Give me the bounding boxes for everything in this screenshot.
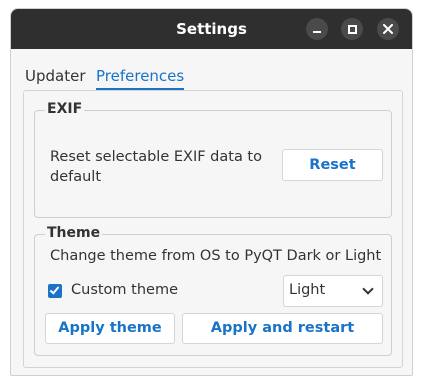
minimize-icon [313, 30, 321, 33]
tab-preferences[interactable]: Preferences [96, 66, 185, 90]
preferences-page: EXIF Reset selectable EXIF data to defau… [23, 90, 403, 368]
tab-updater[interactable]: Updater [25, 66, 86, 90]
maximize-button[interactable] [341, 18, 363, 40]
close-icon [383, 24, 393, 34]
exif-reset-description: Reset selectable EXIF data to default [50, 149, 262, 185]
custom-theme-checkbox[interactable] [48, 284, 62, 298]
exif-group: EXIF Reset selectable EXIF data to defau… [34, 101, 392, 218]
theme-select[interactable]: Light [283, 275, 383, 307]
title-bar[interactable]: Settings [11, 9, 412, 49]
custom-theme-label[interactable]: Custom theme [71, 282, 178, 298]
theme-group: Theme Change theme from OS to PyQT Dark … [34, 225, 392, 356]
reset-button[interactable]: Reset [282, 149, 383, 181]
minimize-button[interactable] [306, 18, 328, 40]
theme-select-value: Light [289, 282, 326, 298]
checkmark-icon [49, 284, 60, 295]
close-button[interactable] [377, 18, 399, 40]
settings-window: Settings Updater Preferences EXIF Reset … [10, 8, 413, 376]
apply-and-restart-button[interactable]: Apply and restart [182, 313, 383, 344]
chevron-down-icon [362, 283, 374, 295]
theme-group-title: Theme [45, 225, 103, 241]
exif-group-title: EXIF [45, 101, 85, 117]
maximize-icon [347, 24, 357, 34]
theme-description: Change theme from OS to PyQT Dark or Lig… [50, 248, 382, 264]
apply-theme-button[interactable]: Apply theme [45, 313, 175, 344]
